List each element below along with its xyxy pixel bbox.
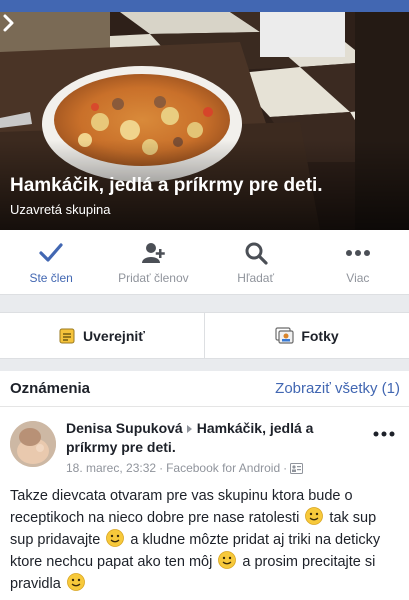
chevron-right-icon[interactable] <box>0 12 18 34</box>
composer-bar: Uverejniť Fotky <box>0 312 409 359</box>
meta-separator: · <box>283 461 288 475</box>
write-post-label: Uverejniť <box>83 327 145 344</box>
search-button[interactable]: Hľadať <box>205 230 307 294</box>
smiley-emoji-icon <box>66 573 85 591</box>
more-options-icon[interactable] <box>373 429 395 439</box>
smiley-emoji-icon <box>106 529 125 547</box>
post-meta: 18. marec, 23:32 · Facebook for Android … <box>66 461 304 475</box>
announcements-header: Oznámenia Zobraziť všetky (1) <box>0 371 409 407</box>
announcements-section: Oznámenia Zobraziť všetky (1) Denisa Sup… <box>0 371 409 600</box>
group-actions-bar: Ste člen Pridať členov Hľadať Viac <box>0 230 409 295</box>
photos-button[interactable]: Fotky <box>204 313 409 358</box>
add-members-label: Pridať členov <box>118 271 189 285</box>
photos-icon <box>275 326 294 344</box>
arrow-right-icon <box>186 424 192 433</box>
see-all-link[interactable]: Zobraziť všetky (1) <box>275 380 400 397</box>
announcements-title: Oznámenia <box>10 380 91 397</box>
group-cover-photo[interactable]: Hamkáčik, jedlá a príkrmy pre deti. Uzav… <box>0 12 409 230</box>
section-divider <box>0 359 409 371</box>
joined-label: Ste člen <box>29 271 73 285</box>
smiley-emoji-icon <box>218 551 237 569</box>
status-bar <box>0 0 409 12</box>
avatar[interactable] <box>10 421 56 467</box>
post-body: Takze dievcata otvaram pre vas skupinu k… <box>10 485 402 595</box>
section-divider <box>0 295 409 312</box>
add-person-icon <box>140 240 166 266</box>
group-privacy: Uzavretá skupina <box>10 202 111 217</box>
more-label: Viac <box>346 271 370 285</box>
search-label: Hľadať <box>237 271 274 285</box>
write-post-button[interactable]: Uverejniť <box>0 313 204 358</box>
post-source: Facebook for Android <box>166 461 281 475</box>
meta-separator: · <box>159 461 164 475</box>
write-post-icon <box>59 328 75 343</box>
group-audience-icon <box>290 462 304 474</box>
post-text-segment: Takze dievcata otvaram pre vas skupinu k… <box>10 488 353 526</box>
group-name[interactable]: Hamkáčik, jedlá a príkrmy pre deti. <box>10 175 323 197</box>
post-author[interactable]: Denisa Supuková <box>66 420 183 436</box>
search-icon <box>243 240 269 266</box>
more-button[interactable]: Viac <box>307 230 409 294</box>
post-timestamp[interactable]: 18. marec, 23:32 <box>66 461 156 475</box>
add-members-button[interactable]: Pridať členov <box>102 230 204 294</box>
joined-button[interactable]: Ste člen <box>0 230 102 294</box>
more-dots-icon <box>345 240 371 266</box>
checkmark-icon <box>38 240 64 266</box>
photos-label: Fotky <box>301 327 339 344</box>
post-header: Denisa Supuková Hamkáčik, jedlá a príkrmy… <box>66 419 356 457</box>
smiley-emoji-icon <box>305 507 324 525</box>
